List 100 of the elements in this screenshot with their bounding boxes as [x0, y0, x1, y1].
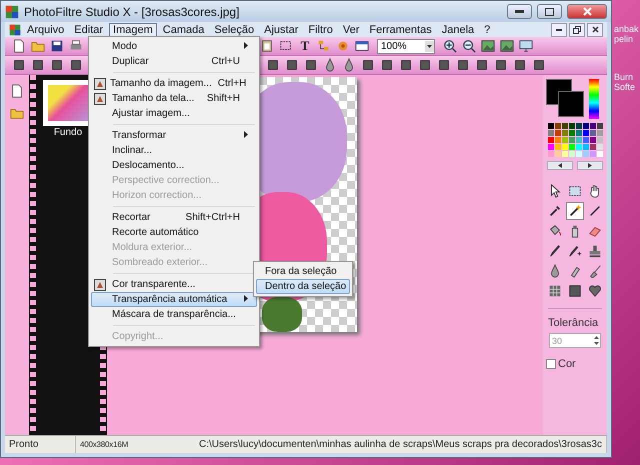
menu-item[interactable]: Recorte automático: [91, 225, 257, 240]
menu-item[interactable]: Ajustar imagem...: [91, 106, 257, 121]
menu-item[interactable]: Recortar Shift+Ctrl+H: [91, 210, 257, 225]
restore-button[interactable]: [569, 22, 585, 36]
palette-swatch[interactable]: [582, 144, 588, 150]
menu-item[interactable]: Arquivo: [23, 22, 68, 36]
menu-item[interactable]: Ferramentas: [365, 22, 436, 36]
palette-swatch[interactable]: [568, 123, 574, 129]
palette-swatch[interactable]: [596, 151, 602, 157]
palette-swatch[interactable]: [562, 123, 568, 129]
toolbar-button[interactable]: [442, 38, 458, 54]
toolbar-button[interactable]: [284, 57, 300, 73]
toolbar-button[interactable]: [398, 57, 414, 73]
menu-item[interactable]: Modo: [91, 39, 257, 54]
toolbar-button[interactable]: [30, 57, 46, 73]
menu-item[interactable]: Duplicar Ctrl+U: [91, 54, 257, 69]
toolbar-button[interactable]: [303, 57, 319, 73]
menu-item[interactable]: Transformar: [91, 128, 257, 143]
palette-swatch[interactable]: [554, 123, 560, 129]
palette-swatch[interactable]: [576, 123, 582, 129]
palette-swatch[interactable]: [554, 144, 560, 150]
zoom-combo[interactable]: 100%: [377, 38, 435, 54]
palette-swatch[interactable]: [590, 130, 596, 136]
menu-item[interactable]: Dentro da seleção: [256, 279, 350, 294]
menu-item[interactable]: ?: [480, 22, 494, 36]
palette-swatch[interactable]: [548, 137, 554, 143]
palette-swatch[interactable]: [548, 123, 554, 129]
menu-item[interactable]: Janela: [438, 22, 478, 36]
close-button[interactable]: [587, 22, 603, 36]
palette-swatch[interactable]: [576, 130, 582, 136]
menu-item[interactable]: Transparência automática: [91, 292, 257, 307]
toolbar-button[interactable]: [436, 57, 452, 73]
toolbar-button[interactable]: [11, 57, 27, 73]
menu-item[interactable]: Tamanho da imagem... Ctrl+H: [91, 76, 257, 91]
toolbar-button[interactable]: [11, 38, 27, 54]
toolbar-button[interactable]: [474, 57, 490, 73]
palette-swatch[interactable]: [568, 151, 574, 157]
menu-item[interactable]: Seleção: [210, 22, 258, 36]
toolbar-button[interactable]: [531, 57, 547, 73]
palette-swatch[interactable]: [596, 137, 602, 143]
palette-swatch[interactable]: [562, 137, 568, 143]
menu-item[interactable]: Cor transparente...: [91, 277, 257, 292]
palette-swatch[interactable]: [582, 130, 588, 136]
close-button[interactable]: [567, 4, 607, 19]
palette-swatch[interactable]: [582, 137, 588, 143]
palette-swatch[interactable]: [576, 144, 582, 150]
toolbar-button[interactable]: [49, 57, 65, 73]
text-tool-button[interactable]: T: [297, 38, 313, 54]
palette-swatch[interactable]: [582, 123, 588, 129]
toolbar-button[interactable]: [354, 38, 370, 54]
menu-item[interactable]: Camada: [158, 22, 208, 36]
next-button[interactable]: [577, 161, 603, 170]
toolbar-button[interactable]: [499, 38, 515, 54]
menu-item[interactable]: Deslocamento...: [91, 158, 257, 173]
menu-item[interactable]: Inclinar...: [91, 143, 257, 158]
toolbar-button[interactable]: [417, 57, 433, 73]
palette-swatch[interactable]: [590, 144, 596, 150]
menu-item[interactable]: Tamanho da tela... Shift+H: [91, 91, 257, 106]
toolbar-button[interactable]: [461, 38, 477, 54]
palette-swatch[interactable]: [596, 144, 602, 150]
toolbar-button[interactable]: [493, 57, 509, 73]
palette-swatch[interactable]: [548, 144, 554, 150]
palette-swatch[interactable]: [554, 130, 560, 136]
minimize-button[interactable]: [507, 4, 532, 19]
menu-item[interactable]: Ver: [338, 22, 364, 36]
palette-swatch[interactable]: [562, 144, 568, 150]
toolbar-button[interactable]: [455, 57, 471, 73]
checkbox[interactable]: [546, 359, 556, 369]
toolbar-button[interactable]: [265, 57, 281, 73]
toolbar-button[interactable]: [518, 38, 534, 54]
menu-item[interactable]: Imagem: [109, 22, 157, 36]
palette-swatch[interactable]: [576, 137, 582, 143]
palette-swatch[interactable]: [568, 144, 574, 150]
menu-item[interactable]: Filtro: [304, 22, 337, 36]
palette-swatch[interactable]: [582, 151, 588, 157]
color-swatches-drawing[interactable]: [546, 79, 586, 119]
toolbar-button[interactable]: [9, 83, 25, 99]
toolbar-button[interactable]: [49, 38, 65, 54]
palette-swatch[interactable]: [596, 130, 602, 136]
palette-swatch[interactable]: [562, 130, 568, 136]
palette-swatch[interactable]: [548, 130, 554, 136]
toolbar-button[interactable]: [480, 38, 496, 54]
maximize-button[interactable]: [537, 4, 562, 19]
toolbar-button[interactable]: [512, 57, 528, 73]
palette-swatch[interactable]: [576, 151, 582, 157]
spectrum-bar[interactable]: [589, 79, 599, 119]
palette-swatch[interactable]: [596, 123, 602, 129]
palette-swatch[interactable]: [554, 151, 560, 157]
palette-swatch[interactable]: [562, 151, 568, 157]
menu-item[interactable]: Editar: [70, 22, 108, 36]
palette-swatch[interactable]: [548, 151, 554, 157]
palette-swatch[interactable]: [554, 137, 560, 143]
palette-swatch[interactable]: [590, 137, 596, 143]
menu-item[interactable]: Máscara de transparência...: [91, 307, 257, 322]
toolbar-button[interactable]: [259, 38, 275, 54]
previous-button[interactable]: [547, 161, 573, 170]
palette-swatch[interactable]: [568, 130, 574, 136]
menu-item[interactable]: Fora da seleção: [256, 264, 350, 279]
toolbar-button[interactable]: [379, 57, 395, 73]
palette-swatch[interactable]: [590, 123, 596, 129]
